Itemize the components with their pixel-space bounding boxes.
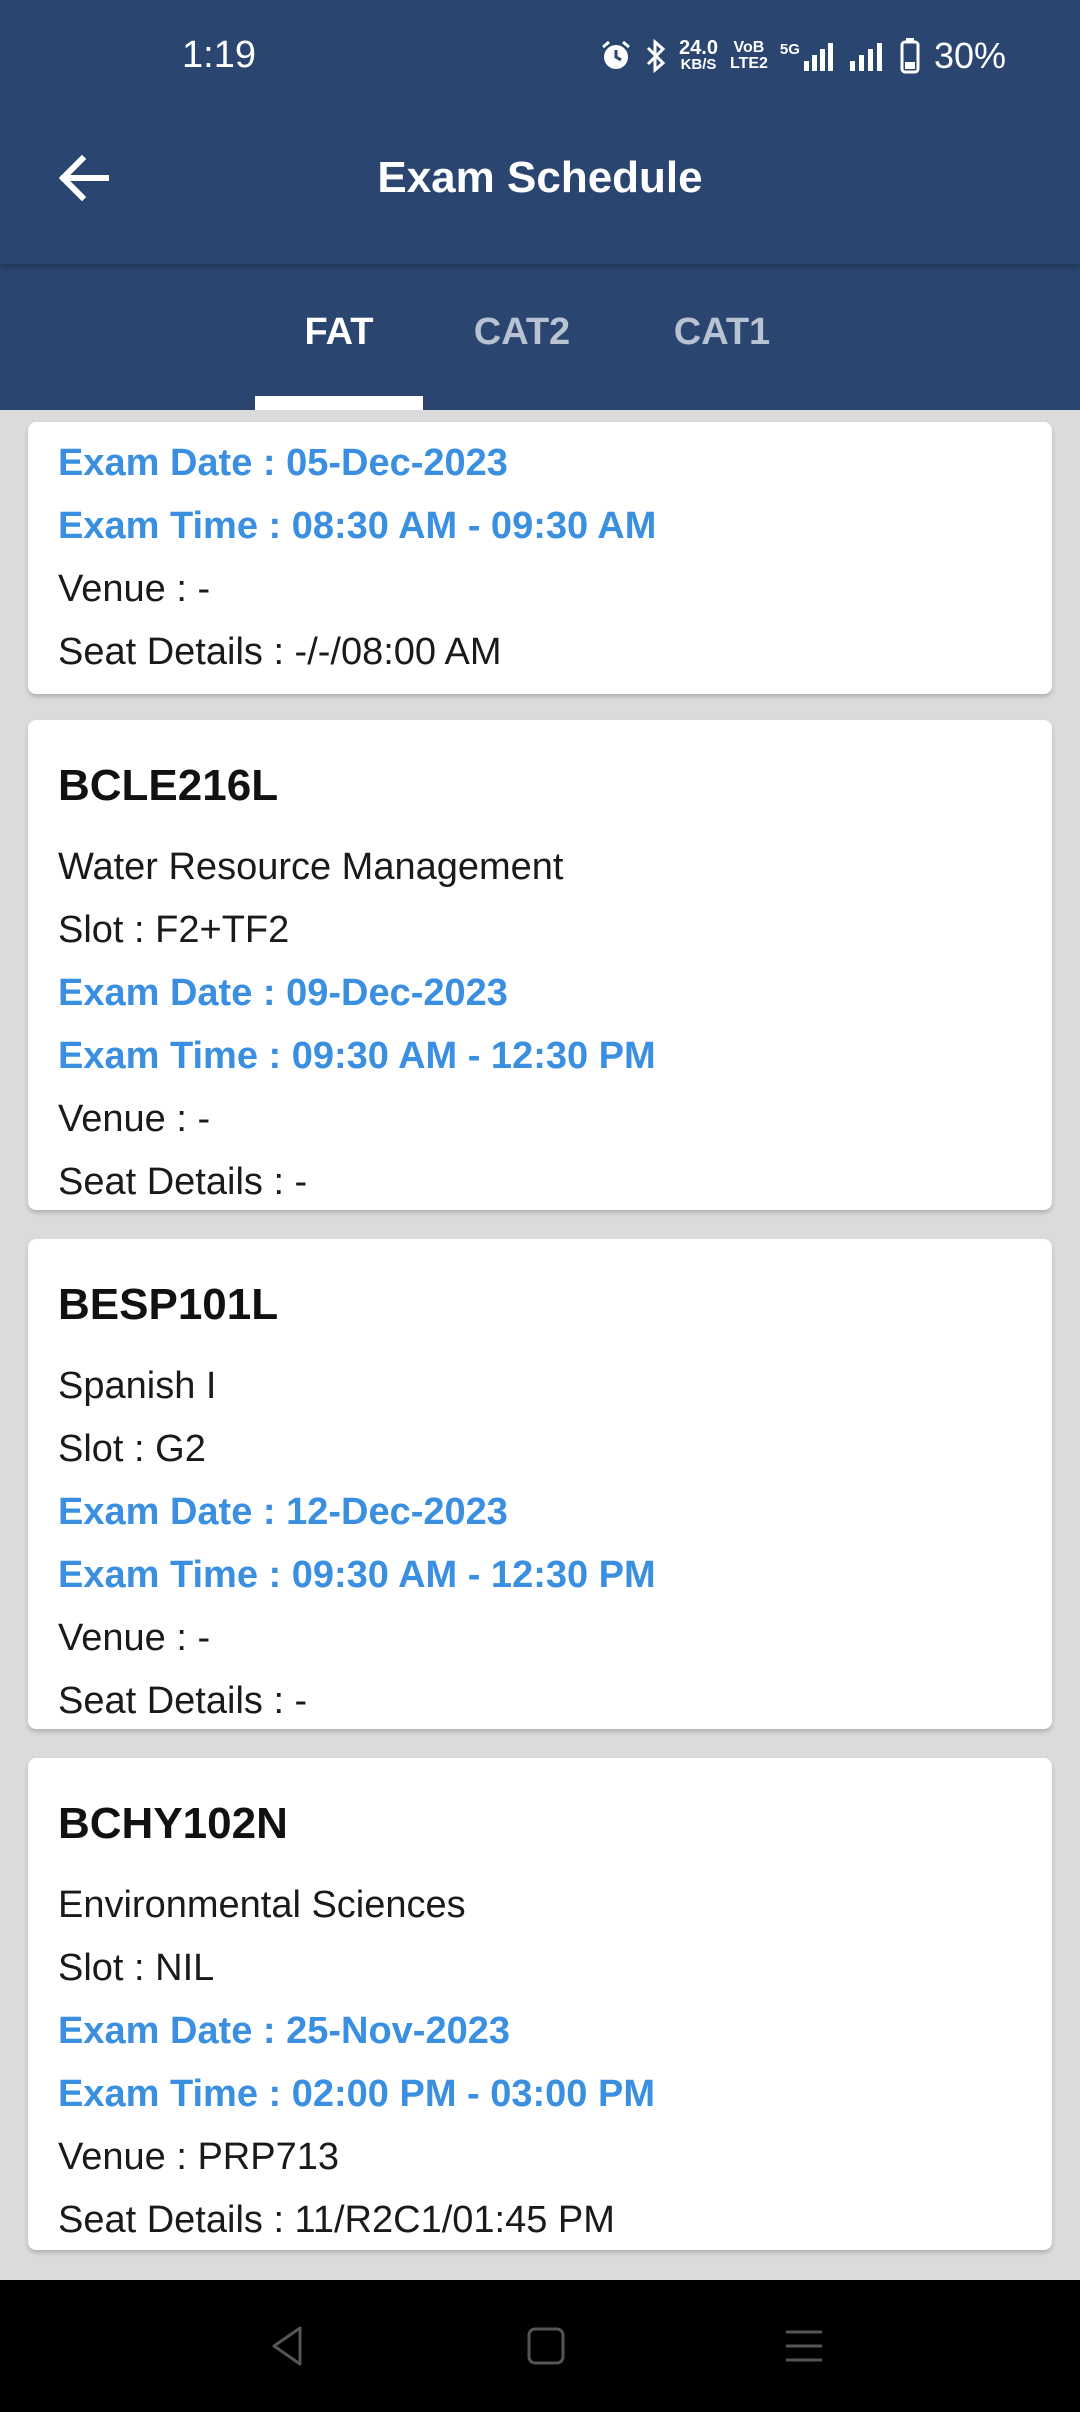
exam-time: Exam Time : 08:30 AM - 09:30 AM — [58, 505, 657, 547]
tab-cat2[interactable]: CAT2 — [442, 310, 602, 410]
volte-bottom: LTE2 — [729, 55, 768, 72]
battery-icon — [900, 38, 920, 74]
course-name: Spanish I — [58, 1365, 217, 1407]
nav-home-icon[interactable] — [520, 2320, 572, 2372]
course-name: Environmental Sciences — [58, 1884, 466, 1926]
nav-menu-icon[interactable] — [778, 2320, 830, 2372]
exam-venue: Venue : - — [58, 1098, 211, 1140]
exam-time: Exam Time : 09:30 AM - 12:30 PM — [58, 1035, 656, 1077]
tab-active-indicator — [255, 396, 423, 410]
volte-top: VoB — [733, 39, 765, 56]
course-code: BCLE216L — [58, 761, 279, 810]
net-speed-unit: KB/S — [680, 56, 717, 73]
exam-seat: Seat Details : -/-/08:00 AM — [58, 631, 502, 673]
exam-date: Exam Date : 09-Dec-2023 — [58, 972, 508, 1014]
tab-cat2-label: CAT2 — [473, 311, 571, 353]
volte-badge: VoB LTE2 — [730, 40, 768, 72]
status-time: 1:19 — [182, 34, 256, 76]
network-type: 5G — [780, 41, 836, 71]
battery-percent: 30% — [933, 35, 1006, 76]
signal-icon-2 — [849, 43, 882, 71]
exam-seat: Seat Details : - — [58, 1680, 308, 1722]
exam-date: Exam Date : 12-Dec-2023 — [58, 1491, 508, 1533]
exam-date: Exam Date : 05-Dec-2023 — [58, 442, 508, 484]
exam-venue: Venue : - — [58, 1617, 211, 1659]
alarm-icon — [602, 40, 631, 69]
net-speed: 24.0 KB/S — [679, 37, 718, 73]
exam-seat: Seat Details : 11/R2C1/01:45 PM — [58, 2199, 615, 2241]
exam-card[interactable]: BESP101L Spanish I Slot : G2 Exam Date :… — [28, 1239, 1052, 1729]
exam-seat: Seat Details : - — [58, 1161, 308, 1203]
exam-venue: Venue : PRP713 — [58, 2136, 339, 2178]
app-bar: Exam Schedule — [0, 96, 1080, 264]
status-bar: 1:19 24.0 KB/S VoB LTE2 5G 30% — [0, 0, 1080, 96]
exam-venue: Venue : - — [58, 568, 211, 610]
exam-date: Exam Date : 25-Nov-2023 — [58, 2010, 510, 2052]
exam-slot: Slot : F2+TF2 — [58, 909, 290, 951]
tab-fat-label: FAT — [304, 311, 374, 353]
exam-list[interactable]: Exam Date : 05-Dec-2023 Exam Time : 08:3… — [0, 410, 1080, 2280]
tab-fat[interactable]: FAT — [255, 310, 423, 410]
course-code: BCHY102N — [58, 1799, 288, 1848]
exam-card[interactable]: BCHY102N Environmental Sciences Slot : N… — [28, 1758, 1052, 2250]
exam-card[interactable]: BCLE216L Water Resource Management Slot … — [28, 720, 1052, 1210]
exam-time: Exam Time : 02:00 PM - 03:00 PM — [58, 2073, 655, 2115]
course-code: BESP101L — [58, 1280, 279, 1329]
exam-time: Exam Time : 09:30 AM - 12:30 PM — [58, 1554, 656, 1596]
system-nav-bar — [0, 2280, 1080, 2412]
tab-cat1[interactable]: CAT1 — [642, 310, 802, 410]
exam-slot: Slot : G2 — [58, 1428, 206, 1470]
nav-back-icon[interactable] — [262, 2320, 314, 2372]
exam-card[interactable]: Exam Date : 05-Dec-2023 Exam Time : 08:3… — [28, 422, 1052, 694]
course-name: Water Resource Management — [58, 846, 564, 888]
status-icons: 24.0 KB/S VoB LTE2 5G 30% — [599, 36, 1006, 76]
bluetooth-icon — [646, 39, 666, 73]
signal-icon-1 — [803, 43, 833, 71]
tab-cat1-label: CAT1 — [673, 311, 771, 353]
network-label: 5G — [779, 41, 800, 58]
exam-slot: Slot : NIL — [58, 1947, 215, 1989]
tab-bar: FAT CAT2 CAT1 — [0, 264, 1080, 410]
net-speed-value: 24.0 — [679, 37, 718, 59]
page-title: Exam Schedule — [377, 153, 703, 202]
